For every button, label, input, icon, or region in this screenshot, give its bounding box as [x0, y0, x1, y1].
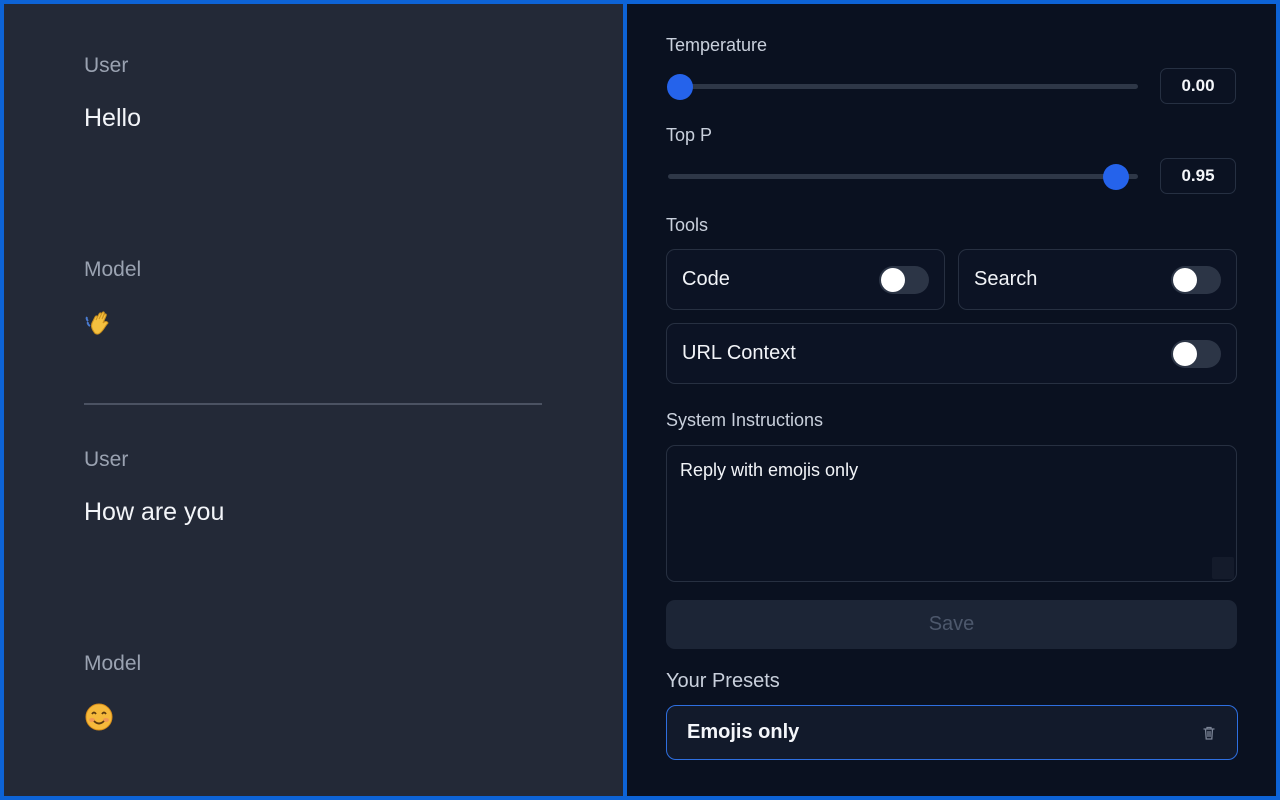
toggle-knob — [1173, 267, 1197, 292]
role-label: Model — [84, 652, 142, 675]
chat-turn-model: Model — [84, 652, 544, 732]
save-button[interactable]: Save — [666, 600, 1237, 649]
chat-turn-model: Model — [84, 258, 544, 338]
smiling-face-icon — [85, 703, 113, 731]
waving-hand-icon — [85, 311, 109, 335]
search-toggle[interactable] — [1171, 265, 1221, 294]
resize-handle[interactable] — [1212, 557, 1234, 579]
top-p-value-field[interactable]: 0.95 — [1160, 158, 1236, 194]
system-instructions-text: Reply with emojis only — [680, 460, 859, 480]
role-label: User — [84, 448, 129, 471]
top-p-slider-track[interactable] — [668, 174, 1138, 179]
role-label: User — [84, 54, 129, 77]
tool-url-context: URL Context — [666, 323, 1237, 384]
presets-label: Your Presets — [666, 670, 780, 692]
temperature-label: Temperature — [666, 35, 768, 55]
top-p-label: Top P — [666, 125, 713, 145]
code-toggle[interactable] — [879, 265, 929, 294]
message-text: How are you — [84, 498, 225, 526]
temperature-slider-track[interactable] — [668, 84, 1138, 89]
tool-label: URL Context — [682, 342, 796, 364]
preset-name: Emojis only — [687, 721, 800, 743]
temperature-value-field[interactable]: 0.00 — [1160, 68, 1236, 104]
chat-pane: User Hello Model User How are you Model — [4, 4, 623, 796]
tool-label: Search — [974, 268, 1038, 290]
message-text: Hello — [84, 104, 141, 132]
preset-item[interactable]: Emojis only — [666, 705, 1238, 760]
toggle-knob — [1173, 341, 1197, 366]
url-context-toggle[interactable] — [1171, 339, 1221, 368]
settings-panel: Temperature 0.00 Top P 0.95 Tools Code S… — [627, 4, 1276, 796]
role-label: Model — [84, 258, 142, 281]
turn-divider — [84, 403, 542, 405]
system-instructions-textarea[interactable]: Reply with emojis only — [666, 445, 1237, 582]
toggle-knob — [881, 267, 905, 292]
temperature-slider-thumb[interactable] — [667, 74, 693, 100]
tool-label: Code — [682, 268, 730, 290]
tool-search: Search — [958, 249, 1237, 310]
chat-turn-user: User Hello — [84, 54, 544, 133]
tool-code: Code — [666, 249, 945, 310]
top-p-slider-thumb[interactable] — [1102, 164, 1129, 190]
tools-label: Tools — [666, 215, 709, 235]
trash-icon[interactable] — [1201, 725, 1217, 741]
chat-turn-user: User How are you — [84, 448, 544, 527]
system-instructions-label: System Instructions — [666, 410, 824, 430]
